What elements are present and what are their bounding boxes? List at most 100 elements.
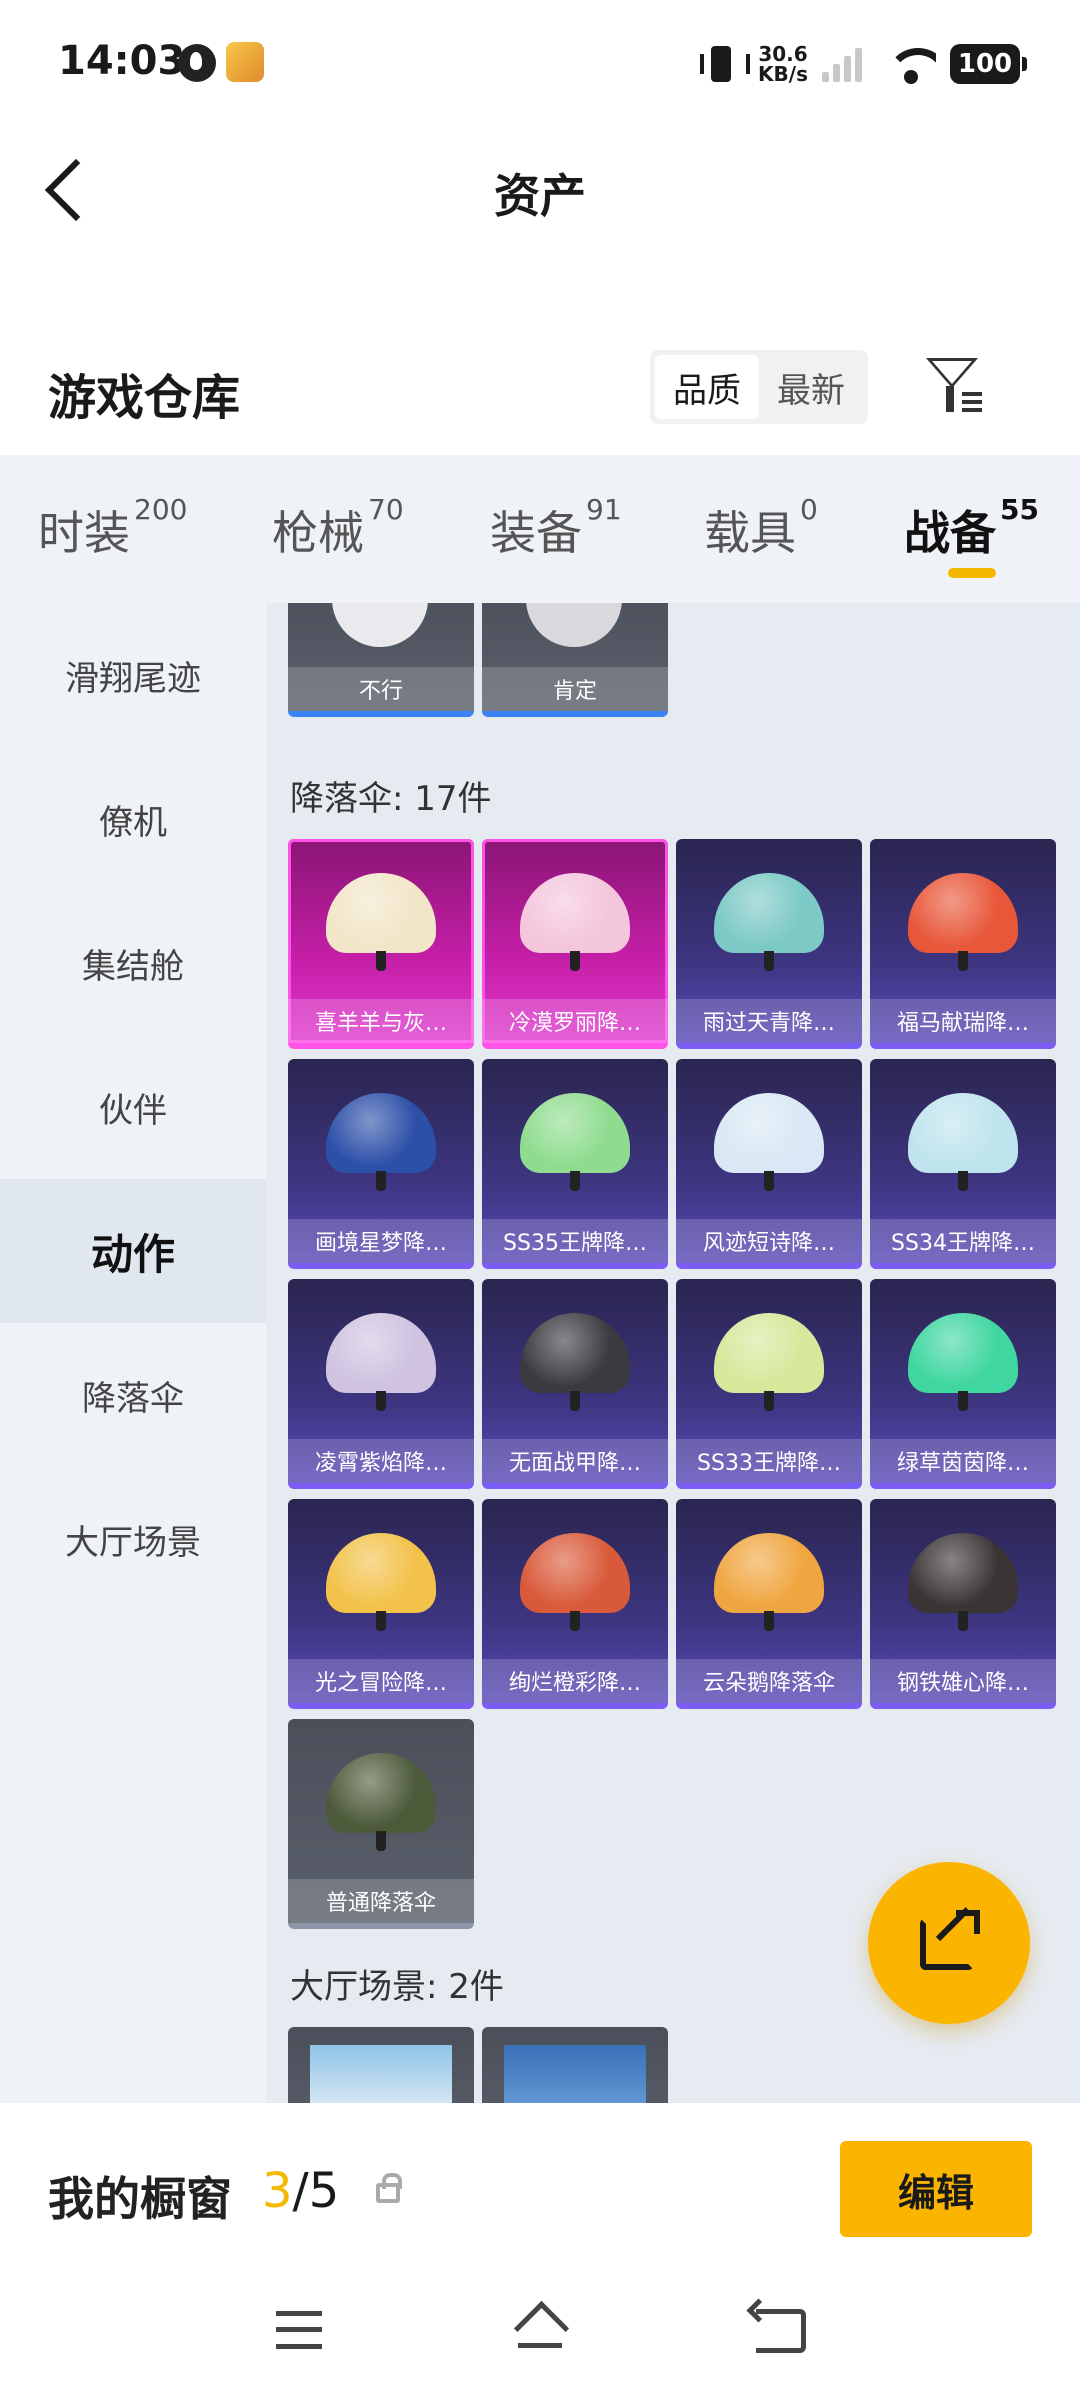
- parachute-card[interactable]: SS33王牌降…: [676, 1279, 862, 1489]
- parachute-label: 凌霄紫焰降…: [288, 1439, 474, 1483]
- parachute-card[interactable]: 光之冒险降…: [288, 1499, 474, 1709]
- parachute-card[interactable]: 钢铁雄心降…: [870, 1499, 1056, 1709]
- vibrate-icon: [698, 44, 751, 84]
- status-time: 14:03: [58, 38, 186, 84]
- home-icon[interactable]: [512, 2305, 568, 2353]
- sidebar-item-parachute[interactable]: 降落伞: [0, 1323, 266, 1467]
- tab-guns[interactable]: 枪械 70: [272, 493, 404, 563]
- parachute-card[interactable]: 绚烂橙彩降…: [482, 1499, 668, 1709]
- app-notification-icon: [178, 44, 216, 82]
- parachute-card[interactable]: 喜羊羊与灰…: [288, 839, 474, 1049]
- sidebar-item-lobby-scene[interactable]: 大厅场景: [0, 1467, 266, 1611]
- parachute-image: [326, 1533, 436, 1631]
- item-card[interactable]: [482, 2027, 668, 2103]
- warehouse-title: 游戏仓库: [48, 370, 241, 426]
- parachute-image: [326, 1753, 436, 1851]
- tab-label: 载具: [704, 506, 796, 560]
- speed-unit: KB/s: [758, 62, 808, 86]
- item-image: [504, 2045, 646, 2103]
- sidebar-item-pod[interactable]: 集结舱: [0, 891, 266, 1035]
- showcase-title: 我的橱窗: [48, 2172, 232, 2226]
- back-nav-icon[interactable]: [756, 2309, 806, 2353]
- parachute-card[interactable]: 无面战甲降…: [482, 1279, 668, 1489]
- item-image: [526, 603, 622, 647]
- parachute-label: SS35王牌降…: [482, 1219, 668, 1263]
- parachute-image: [520, 1093, 630, 1191]
- parachute-label: 福马献瑞降…: [870, 999, 1056, 1043]
- wifi-icon: [886, 44, 936, 84]
- active-tab-indicator: [948, 568, 996, 578]
- parachute-image: [326, 873, 436, 971]
- parachute-card[interactable]: 福马献瑞降…: [870, 839, 1056, 1049]
- parachute-label: 画境星梦降…: [288, 1219, 474, 1263]
- parachute-image: [714, 1533, 824, 1631]
- tab-count: 55: [1000, 493, 1039, 526]
- parachute-label: 光之冒险降…: [288, 1659, 474, 1703]
- edit-button[interactable]: 编辑: [840, 2141, 1032, 2237]
- tab-equipment[interactable]: 装备 91: [490, 493, 622, 563]
- section-title-parachute: 降落伞: 17件: [290, 779, 492, 819]
- parachute-card[interactable]: 普通降落伞: [288, 1719, 474, 1929]
- item-card[interactable]: [288, 2027, 474, 2103]
- parachute-label: 风迹短诗降…: [676, 1219, 862, 1263]
- parachute-card[interactable]: 凌霄紫焰降…: [288, 1279, 474, 1489]
- network-speed: 30.6 KB/s: [758, 44, 808, 84]
- parachute-card[interactable]: 绿草茵茵降…: [870, 1279, 1056, 1489]
- item-card[interactable]: 肯定: [482, 603, 668, 717]
- sidebar-item-wingman[interactable]: 僚机: [0, 747, 266, 891]
- item-label: 不行: [288, 667, 474, 711]
- menu-icon[interactable]: [276, 2311, 322, 2349]
- no-signal-icon: [822, 46, 872, 82]
- parachute-image: [714, 1313, 824, 1411]
- showcase-bar: 我的橱窗 3/5 编辑: [0, 2103, 1080, 2285]
- tab-count: 0: [800, 493, 818, 526]
- sidebar-item-emotes[interactable]: 动作: [0, 1179, 266, 1323]
- tab-count: 91: [586, 493, 622, 526]
- section-title-lobby: 大厅场景: 2件: [290, 1967, 504, 2007]
- parachute-image: [520, 1533, 630, 1631]
- parachute-image: [908, 873, 1018, 971]
- parachute-image: [520, 873, 630, 971]
- parachute-card[interactable]: SS35王牌降…: [482, 1059, 668, 1269]
- parachute-label: 云朵鹅降落伞: [676, 1659, 862, 1703]
- parachute-label: 普通降落伞: [288, 1879, 474, 1923]
- parachute-label: 钢铁雄心降…: [870, 1659, 1056, 1703]
- tab-label: 时装: [38, 506, 130, 560]
- share-button[interactable]: [868, 1862, 1030, 2024]
- parachute-card[interactable]: 云朵鹅降落伞: [676, 1499, 862, 1709]
- showcase-count: 3/5: [262, 2163, 339, 2219]
- parachute-card[interactable]: 风迹短诗降…: [676, 1059, 862, 1269]
- parachute-image: [520, 1313, 630, 1411]
- parachute-image: [714, 873, 824, 971]
- showcase-total: /5: [292, 2163, 340, 2219]
- parachute-card[interactable]: SS34王牌降…: [870, 1059, 1056, 1269]
- parachute-card[interactable]: 冷漠罗丽降…: [482, 839, 668, 1049]
- parachute-image: [908, 1533, 1018, 1631]
- tab-gear[interactable]: 战备 55: [904, 493, 1039, 563]
- filter-icon[interactable]: [920, 352, 986, 418]
- tab-count: 70: [368, 493, 404, 526]
- parachute-label: SS34王牌降…: [870, 1219, 1056, 1263]
- sort-quality[interactable]: 品质: [655, 355, 759, 419]
- sidebar-item-partner[interactable]: 伙伴: [0, 1035, 266, 1179]
- tab-label: 枪械: [272, 506, 364, 560]
- tab-label: 装备: [490, 506, 582, 560]
- parachute-image: [714, 1093, 824, 1191]
- battery-icon: 100: [950, 44, 1027, 84]
- item-card[interactable]: 不行: [288, 603, 474, 717]
- item-label: 肯定: [482, 667, 668, 711]
- parachute-label: SS33王牌降…: [676, 1439, 862, 1483]
- category-tabs: 时装 200 枪械 70 装备 91 载具 0 战备 55: [0, 455, 1080, 603]
- tab-fashion[interactable]: 时装 200: [38, 493, 187, 563]
- tab-vehicles[interactable]: 载具 0: [704, 493, 818, 563]
- sort-latest[interactable]: 最新: [759, 355, 863, 419]
- parachute-label: 雨过天青降…: [676, 999, 862, 1043]
- game-notification-icon: [226, 42, 264, 82]
- parachute-image: [908, 1093, 1018, 1191]
- tab-label: 战备: [904, 506, 996, 560]
- sidebar-item-glide-trail[interactable]: 滑翔尾迹: [0, 603, 266, 747]
- parachute-card[interactable]: 雨过天青降…: [676, 839, 862, 1049]
- speed-value: 30.6: [758, 42, 808, 66]
- parachute-card[interactable]: 画境星梦降…: [288, 1059, 474, 1269]
- page-title: 资产: [494, 169, 586, 223]
